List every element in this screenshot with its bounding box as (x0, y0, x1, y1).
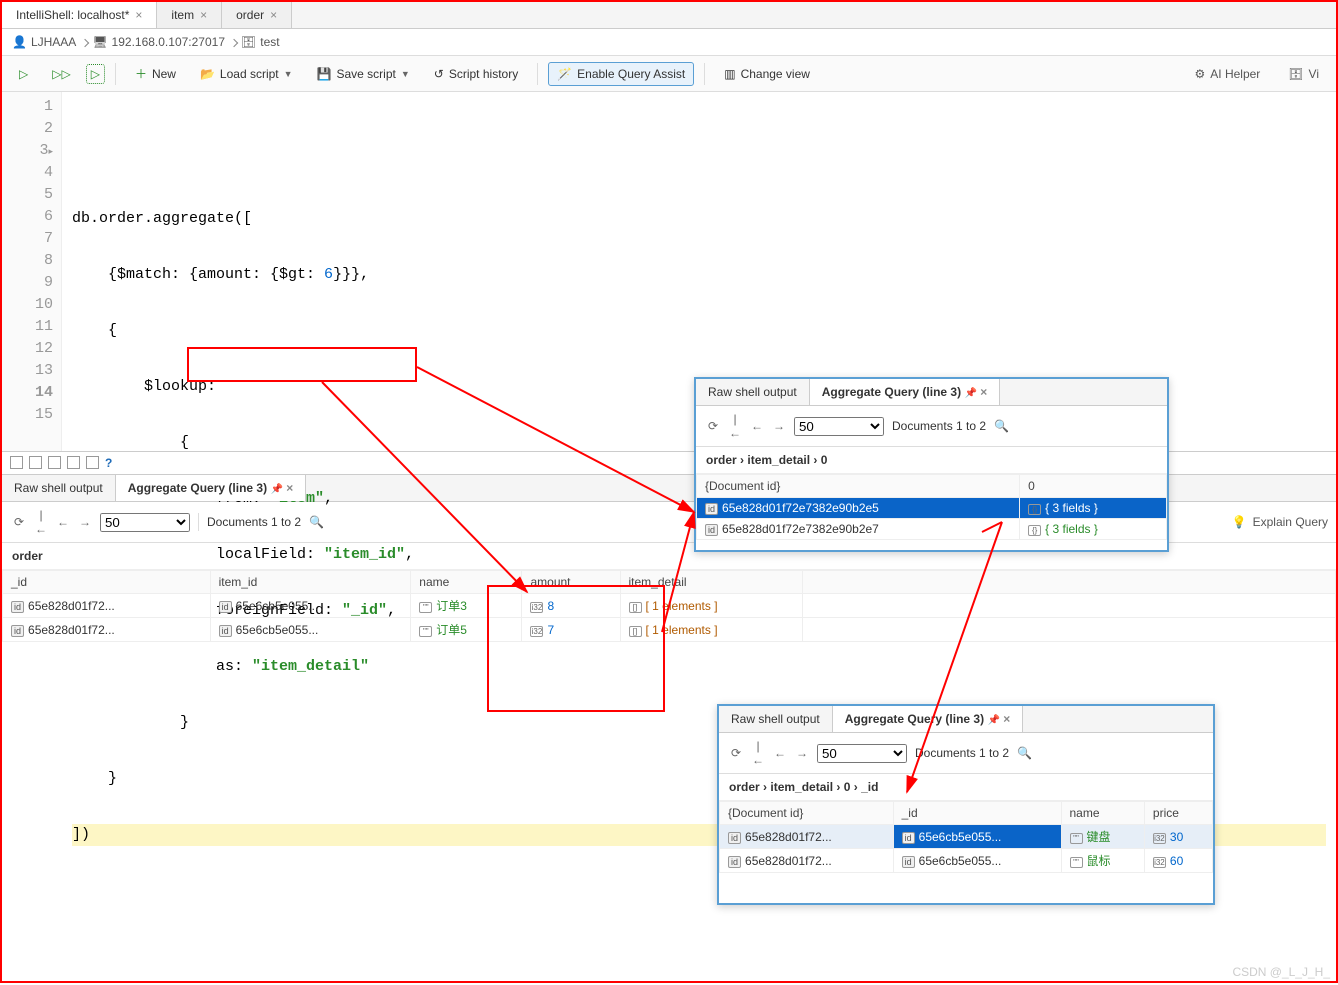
tab-raw-output[interactable]: Raw shell output (2, 475, 116, 501)
bulb-icon: 💡 (1232, 515, 1247, 529)
run-button[interactable]: ▷ (10, 62, 37, 86)
close-icon[interactable]: × (135, 8, 142, 22)
toolbar: ▷ ▷▷ ▷ ＋New 📂Load script▼ 💾Save script▼ … (2, 56, 1336, 92)
run-options-button[interactable]: ▷ (86, 64, 105, 84)
save-script-button[interactable]: 💾Save script▼ (308, 62, 419, 86)
tab-intellishell[interactable]: IntelliShell: localhost*× (2, 2, 157, 28)
prev-page-icon[interactable]: ← (56, 515, 70, 529)
first-page-icon[interactable]: |← (34, 508, 48, 536)
search-icon[interactable]: 🔍 (309, 515, 323, 529)
new-button[interactable]: ＋New (126, 60, 185, 87)
script-history-button[interactable]: ↺Script history (425, 62, 527, 86)
close-icon[interactable]: × (270, 8, 277, 22)
change-view-button[interactable]: ▥Change view (715, 62, 819, 86)
bc-user: LJHAAA (31, 35, 76, 49)
tab-raw-output[interactable]: Raw shell output (696, 379, 810, 405)
doc-range-label: Documents 1 to 2 (207, 515, 301, 529)
editor-tabs: IntelliShell: localhost*× item× order× (2, 2, 1336, 29)
next-page-icon[interactable]: → (78, 515, 92, 529)
popup2-path: order › item_detail › 0 › _id (719, 774, 1213, 801)
close-icon[interactable]: × (286, 481, 293, 495)
tab-order[interactable]: order× (222, 2, 292, 28)
line-gutter: 123▸456789101112131415 (2, 92, 62, 451)
watermark: CSDN @_L_J_H_ (1232, 965, 1330, 979)
query-assist-button[interactable]: 🪄Enable Query Assist (548, 62, 694, 86)
load-script-button[interactable]: 📂Load script▼ (191, 62, 302, 86)
tab-aggregate-query[interactable]: Aggregate Query (line 3) 📌 × (116, 475, 307, 501)
popup-id-detail: Raw shell output Aggregate Query (line 3… (717, 704, 1215, 905)
table-row[interactable]: id65e828d01f72e7382e90b2e5 {}{ 3 fields … (697, 498, 1167, 519)
pin-icon[interactable]: 📌 (270, 484, 282, 495)
refresh-icon[interactable]: ⟳ (706, 419, 720, 433)
visualize-button[interactable]: 🗄Vi (1279, 62, 1328, 86)
refresh-icon[interactable]: ⟳ (12, 515, 26, 529)
breadcrumb: 👤LJHAAA 🖥192.168.0.107:27017 🗄test (2, 29, 1336, 56)
page-size-select[interactable]: 50 (100, 513, 190, 532)
table-row[interactable]: id65e828d01f72... id65e6cb5e055... ""键盘 … (720, 825, 1213, 849)
table-row[interactable]: id65e828d01f72e7382e90b2e7 {}{ 3 fields … (697, 519, 1167, 540)
tab-aggregate-query[interactable]: Aggregate Query (line 3) 📌 × (810, 379, 1001, 405)
close-icon[interactable]: × (200, 8, 207, 22)
run-step-button[interactable]: ▷▷ (43, 62, 79, 86)
popup1-path: order › item_detail › 0 (696, 447, 1167, 474)
bc-host: 192.168.0.107:27017 (112, 35, 225, 49)
tab-aggregate-query[interactable]: Aggregate Query (line 3) 📌 × (833, 706, 1024, 732)
tab-item[interactable]: item× (157, 2, 222, 28)
ai-helper-button[interactable]: ⚙AI Helper (1186, 62, 1270, 86)
popup-item-detail: Raw shell output Aggregate Query (line 3… (694, 377, 1169, 552)
page-size-select[interactable]: 50 (794, 417, 884, 436)
bc-db: test (260, 35, 279, 49)
explain-query-button[interactable]: Explain Query (1253, 515, 1328, 529)
table-row[interactable]: id65e828d01f72... id65e6cb5e055... ""鼠标 … (720, 849, 1213, 873)
tab-raw-output[interactable]: Raw shell output (719, 706, 833, 732)
